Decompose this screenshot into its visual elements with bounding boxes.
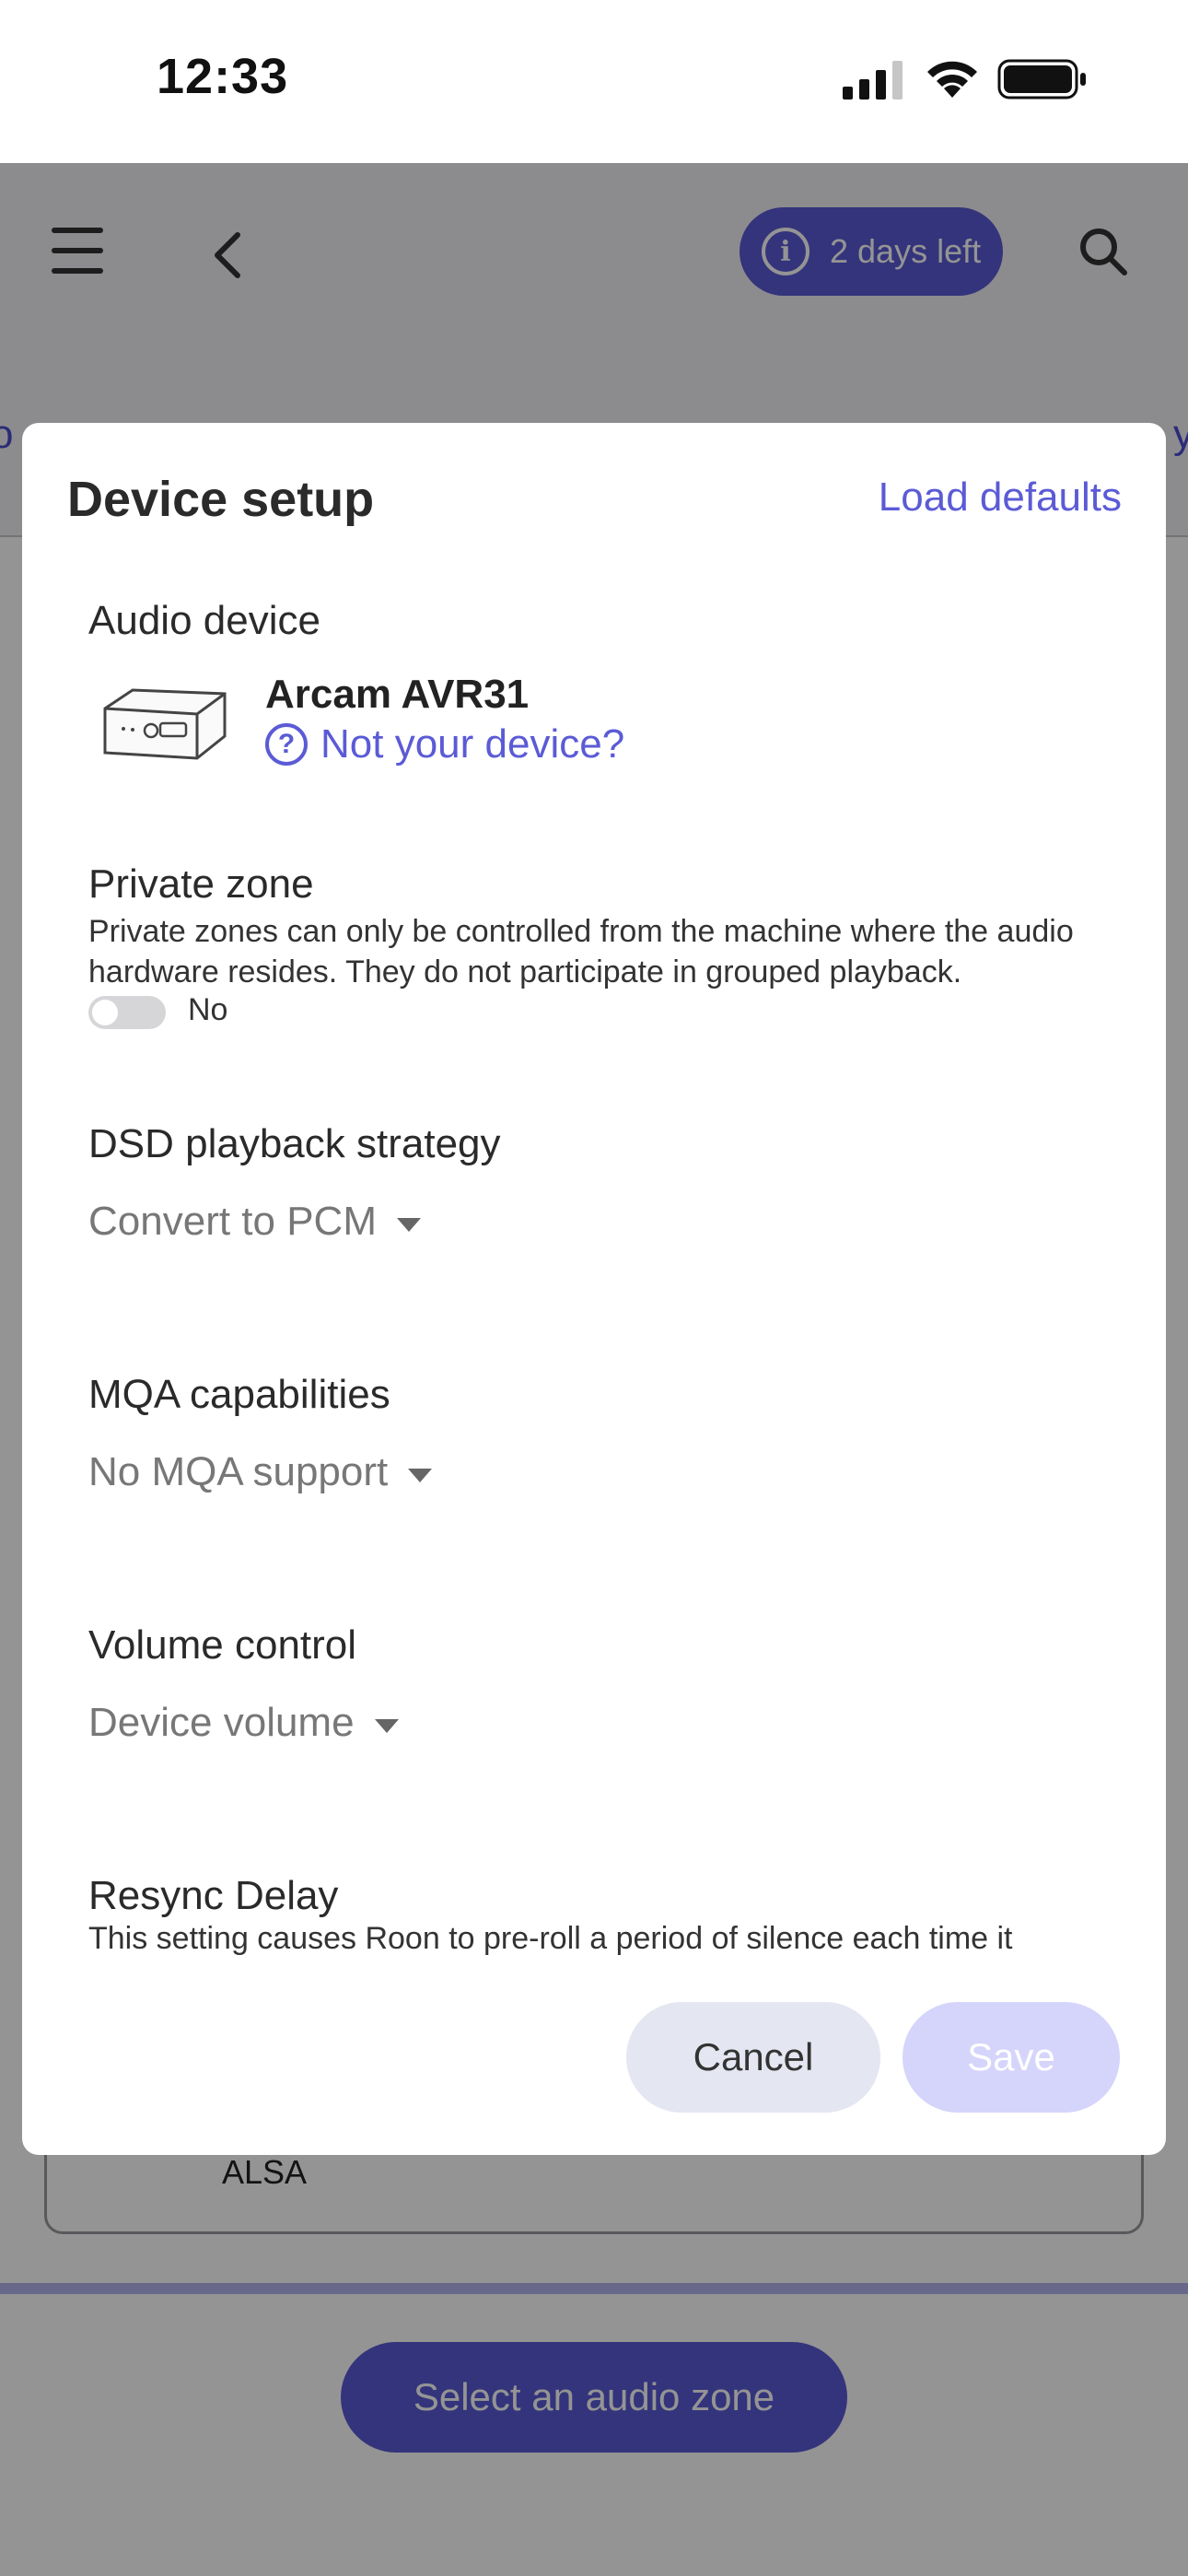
- status-time: 12:33: [157, 49, 289, 104]
- mqa-capabilities-value: No MQA support: [88, 1449, 389, 1494]
- help-icon: ?: [265, 723, 308, 766]
- volume-control-value: Device volume: [88, 1700, 355, 1745]
- load-defaults-link[interactable]: Load defaults: [879, 474, 1122, 521]
- dsd-playback-value: Convert to PCM: [88, 1199, 377, 1244]
- wifi-icon: [927, 61, 977, 98]
- resync-delay-description: This setting causes Roon to pre-roll a p…: [88, 1921, 1013, 1956]
- private-zone-toggle-value: No: [188, 992, 228, 1027]
- not-your-device-link[interactable]: ? Not your device?: [265, 721, 624, 767]
- status-bar: 12:33: [0, 0, 1188, 163]
- cellular-signal-icon: [843, 61, 903, 100]
- audio-device-label: Audio device: [88, 598, 320, 643]
- dsd-playback-select[interactable]: Convert to PCM: [88, 1199, 421, 1245]
- private-zone-label: Private zone: [88, 861, 314, 907]
- dsd-playback-label: DSD playback strategy: [88, 1121, 501, 1166]
- caret-down-icon: [408, 1468, 433, 1482]
- save-button[interactable]: Save: [903, 2002, 1120, 2113]
- device-setup-dialog: Device setup Load defaults Audio device …: [22, 423, 1166, 2155]
- device-name: Arcam AVR31: [265, 672, 530, 717]
- mqa-capabilities-select[interactable]: No MQA support: [88, 1449, 433, 1495]
- private-zone-description: Private zones can only be controlled fro…: [88, 914, 1074, 989]
- caret-down-icon: [396, 1217, 421, 1232]
- volume-control-label: Volume control: [88, 1622, 357, 1668]
- battery-icon: [997, 59, 1086, 100]
- dialog-title: Device setup: [67, 472, 375, 527]
- private-zone-toggle[interactable]: [88, 996, 166, 1029]
- volume-control-select[interactable]: Device volume: [88, 1700, 399, 1746]
- resync-delay-label: Resync Delay: [88, 1873, 339, 1918]
- av-receiver-icon: [103, 688, 227, 760]
- mqa-capabilities-label: MQA capabilities: [88, 1372, 390, 1417]
- toggle-knob: [92, 1000, 118, 1025]
- not-your-device-label: Not your device?: [320, 721, 625, 767]
- caret-down-icon: [374, 1718, 399, 1733]
- cancel-button[interactable]: Cancel: [626, 2002, 880, 2113]
